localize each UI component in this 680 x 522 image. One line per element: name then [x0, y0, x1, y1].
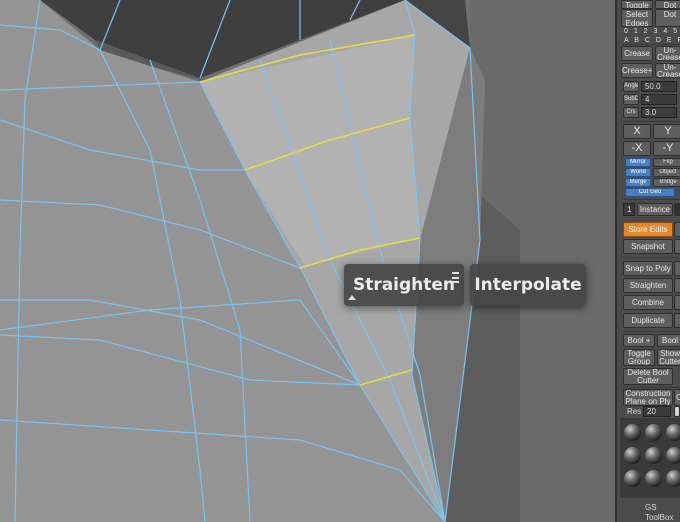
crs-label: Crs [623, 107, 639, 118]
instance-extra-button[interactable] [674, 203, 680, 216]
pie-interpolate-label: Interpolate [474, 275, 582, 295]
corner-triangle-icon [348, 295, 356, 300]
select-dot-button[interactable]: Dot [655, 9, 680, 27]
straighten-extra-button[interactable] [674, 278, 680, 293]
construction-plane-button[interactable]: Construction Plane on Ply [623, 389, 673, 406]
matcap-ball-icon[interactable] [645, 447, 662, 464]
panel-footer: GS ToolBox [645, 503, 674, 522]
bool-button[interactable]: Bool [657, 334, 680, 347]
digit-row[interactable]: 0 1 2 3 4 5 [624, 28, 679, 36]
axis-y-button[interactable]: Y [653, 124, 680, 139]
delete-bool-cutter-button[interactable]: Delete Bool Cutter [623, 368, 673, 385]
uncrease-button[interactable]: Un-Crease [655, 46, 680, 61]
toggle-button[interactable]: Toggle [621, 0, 653, 9]
instance-count-field[interactable]: 1 [623, 203, 635, 216]
world-button[interactable]: World [625, 168, 651, 177]
angle-label: Angle [623, 81, 639, 92]
menu-icon[interactable] [452, 272, 459, 283]
3d-viewport[interactable]: Straighten Interpolate [0, 0, 615, 522]
subd-field[interactable]: 4 [641, 94, 677, 105]
construction-extra-button[interactable]: C [674, 389, 680, 406]
divider [623, 257, 679, 258]
instance-button[interactable]: Instance [637, 203, 673, 216]
pie-interpolate-button[interactable]: Interpolate [470, 264, 586, 306]
divider [623, 331, 679, 332]
crease-plus-button[interactable]: Crease+ [621, 63, 653, 78]
crs-field[interactable]: 3.0 [641, 107, 677, 118]
select-edges-button[interactable]: Select Edges [621, 9, 653, 27]
axis-neg-x-button[interactable]: -X [623, 141, 651, 156]
snapshot-extra-button[interactable] [674, 239, 680, 254]
snap-extra-button[interactable] [674, 261, 680, 276]
toggle-dot-button[interactable]: Dot [655, 0, 680, 9]
bool-plus-button[interactable]: Bool + [623, 334, 655, 347]
pie-straighten-button[interactable]: Straighten [344, 264, 464, 306]
matcap-ball-icon[interactable] [645, 424, 662, 441]
matcap-ball-icon[interactable] [624, 424, 641, 441]
divider [623, 44, 679, 45]
merge-button[interactable]: Merge [625, 178, 651, 187]
flip-button[interactable]: Flip [653, 158, 680, 167]
store-edits-button[interactable]: Store Edits [623, 222, 673, 237]
divider [623, 199, 679, 200]
angle-field[interactable]: 50.0 [641, 81, 677, 92]
uncrease-plus-button[interactable]: Un-Crease [655, 63, 680, 78]
res-slider-handle[interactable] [674, 406, 680, 417]
pie-straighten-label: Straighten [352, 275, 456, 295]
pie-menu: Straighten Interpolate [336, 258, 588, 312]
store-edits-extra-button[interactable] [674, 222, 680, 237]
matcap-grid [620, 418, 680, 498]
matcap-ball-icon[interactable] [624, 447, 641, 464]
bridge-button[interactable]: Bridge [653, 178, 680, 187]
matcap-ball-icon[interactable] [666, 447, 680, 464]
toggle-group-button[interactable]: Toggle Group [623, 349, 655, 366]
snapshot-button[interactable]: Snapshot [623, 239, 673, 254]
duplicate-extra-button[interactable] [674, 313, 680, 328]
res-field[interactable]: 20 [643, 406, 671, 417]
duplicate-button[interactable]: Duplicate [623, 313, 673, 328]
res-label: Res [627, 407, 642, 416]
cut-geo-button[interactable]: Cut Geo [625, 188, 675, 197]
snap-to-poly-button[interactable]: Snap to Poly [623, 261, 673, 276]
subd-label: SubD [623, 94, 639, 105]
straighten-button[interactable]: Straighten [623, 278, 673, 293]
matcap-ball-icon[interactable] [666, 470, 680, 487]
combine-button[interactable]: Combine [623, 295, 673, 310]
axis-x-button[interactable]: X [623, 124, 651, 139]
matcap-ball-icon[interactable] [666, 424, 680, 441]
object-button[interactable]: Object [653, 168, 680, 177]
divider [623, 121, 679, 122]
axis-neg-y-button[interactable]: -Y [653, 141, 680, 156]
crease-button[interactable]: Crease [621, 46, 653, 61]
matcap-ball-icon[interactable] [645, 470, 662, 487]
matcap-ball-icon[interactable] [624, 470, 641, 487]
combine-extra-button[interactable] [674, 295, 680, 310]
divider [623, 387, 679, 388]
show-cutter-button[interactable]: Show Cutter [657, 349, 680, 366]
mirror-button[interactable]: Mirror [625, 158, 651, 167]
